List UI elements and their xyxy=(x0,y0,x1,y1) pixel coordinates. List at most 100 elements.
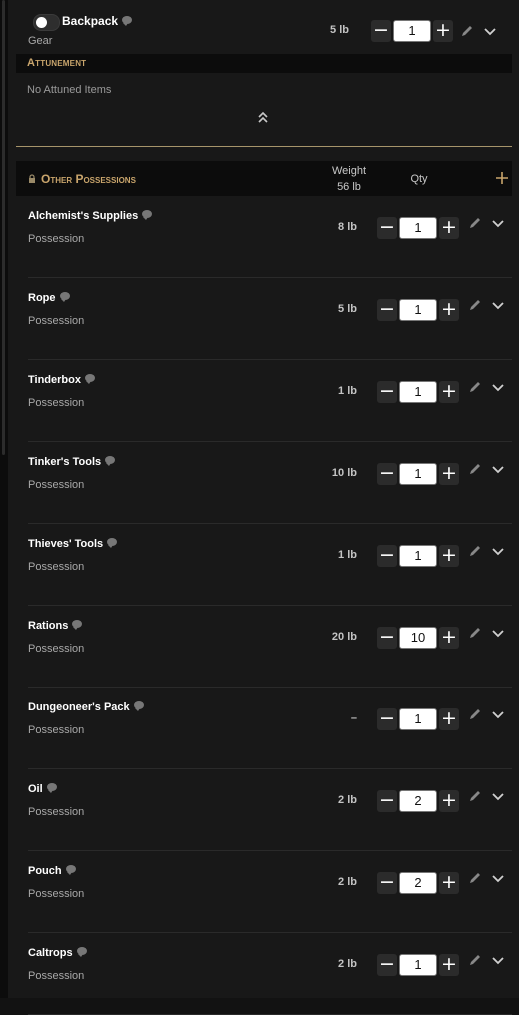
qty-input[interactable]: 1 xyxy=(399,954,437,976)
decrease-button[interactable]: − xyxy=(377,217,397,239)
edit-icon[interactable] xyxy=(468,380,482,394)
qty-stepper: − 1 + xyxy=(377,463,459,485)
item-name-wrap[interactable]: Pouch xyxy=(28,865,76,877)
item-name[interactable]: Pouch xyxy=(28,865,62,877)
chevron-down-icon[interactable] xyxy=(491,383,505,393)
edit-icon[interactable] xyxy=(468,953,482,967)
qty-input[interactable]: 1 xyxy=(399,217,437,239)
item-weight: 20 lb xyxy=(331,631,357,643)
add-icon[interactable] xyxy=(495,171,509,185)
decrease-button[interactable]: − xyxy=(377,545,397,567)
qty-input[interactable]: 2 xyxy=(399,790,437,812)
item-name[interactable]: Rations xyxy=(28,620,68,632)
item-name-wrap[interactable]: Caltrops xyxy=(28,947,87,959)
chevron-down-icon[interactable] xyxy=(491,874,505,884)
edit-icon[interactable] xyxy=(468,462,482,476)
qty-column-header: Qty xyxy=(410,173,428,185)
comment-icon xyxy=(122,16,133,26)
decrease-button[interactable]: − xyxy=(377,790,397,812)
edit-icon[interactable] xyxy=(468,544,482,558)
qty-input[interactable]: 1 xyxy=(399,381,437,403)
item-name[interactable]: Dungeoneer's Pack xyxy=(28,701,130,713)
decrease-button[interactable]: − xyxy=(371,20,391,42)
increase-button[interactable]: + xyxy=(439,708,459,730)
decrease-button[interactable]: − xyxy=(377,627,397,649)
backpack-toggle[interactable] xyxy=(33,14,60,31)
item-type: Possession xyxy=(28,643,85,655)
edit-icon[interactable] xyxy=(468,216,482,230)
qty-input[interactable]: 1 xyxy=(399,708,437,730)
item-name-wrap[interactable]: Tinderbox xyxy=(28,374,95,386)
collapse-up-icon[interactable] xyxy=(256,110,270,124)
chevron-down-icon[interactable] xyxy=(491,956,505,966)
item-name-wrap[interactable]: Tinker's Tools xyxy=(28,456,116,468)
qty-input[interactable]: 1 xyxy=(399,463,437,485)
list-item[interactable]: Thieves' Tools Possession 1 lb − 1 + xyxy=(16,525,512,606)
decrease-button[interactable]: − xyxy=(377,708,397,730)
edit-icon[interactable] xyxy=(468,707,482,721)
backpack-row[interactable]: Backpack Gear 5 lb − 1 + xyxy=(8,0,519,55)
item-name[interactable]: Caltrops xyxy=(28,947,73,959)
edit-icon[interactable] xyxy=(468,789,482,803)
increase-button[interactable]: + xyxy=(439,627,459,649)
increase-button[interactable]: + xyxy=(439,463,459,485)
backpack-name[interactable]: Backpack xyxy=(62,14,118,28)
item-name-wrap[interactable]: Rations xyxy=(28,620,83,632)
no-attuned-text: No Attuned Items xyxy=(27,84,112,96)
chevron-down-icon[interactable] xyxy=(483,27,497,37)
chevron-down-icon[interactable] xyxy=(491,629,505,639)
increase-button[interactable]: + xyxy=(439,872,459,894)
chevron-down-icon[interactable] xyxy=(491,219,505,229)
increase-button[interactable]: + xyxy=(439,954,459,976)
decrease-button[interactable]: − xyxy=(377,872,397,894)
increase-button[interactable]: + xyxy=(433,20,453,42)
item-name[interactable]: Tinderbox xyxy=(28,374,81,386)
decrease-button[interactable]: − xyxy=(377,954,397,976)
list-item[interactable]: Oil Possession 2 lb − 2 + xyxy=(16,770,512,851)
decrease-button[interactable]: − xyxy=(377,299,397,321)
row-divider xyxy=(28,277,512,278)
list-item[interactable]: Caltrops Possession 2 lb − 1 + xyxy=(16,934,512,1015)
edit-icon[interactable] xyxy=(460,24,474,38)
chevron-down-icon[interactable] xyxy=(491,301,505,311)
list-item[interactable]: Tinderbox Possession 1 lb − 1 + xyxy=(16,361,512,442)
increase-button[interactable]: + xyxy=(439,545,459,567)
list-item[interactable]: Dungeoneer's Pack Possession – − 1 + xyxy=(16,688,512,769)
qty-input[interactable]: 1 xyxy=(399,545,437,567)
item-name-wrap[interactable]: Thieves' Tools xyxy=(28,538,118,550)
decrease-button[interactable]: − xyxy=(377,381,397,403)
edit-icon[interactable] xyxy=(468,871,482,885)
chevron-down-icon[interactable] xyxy=(491,710,505,720)
item-name[interactable]: Oil xyxy=(28,783,43,795)
increase-button[interactable]: + xyxy=(439,381,459,403)
item-name[interactable]: Alchemist's Supplies xyxy=(28,210,138,222)
increase-button[interactable]: + xyxy=(439,299,459,321)
item-name[interactable]: Tinker's Tools xyxy=(28,456,101,468)
lock-icon xyxy=(29,174,35,183)
increase-button[interactable]: + xyxy=(439,790,459,812)
list-item[interactable]: Alchemist's Supplies Possession 8 lb − 1… xyxy=(16,197,512,278)
resize-handle[interactable] xyxy=(2,0,5,455)
edit-icon[interactable] xyxy=(468,298,482,312)
item-name[interactable]: Thieves' Tools xyxy=(28,538,103,550)
increase-button[interactable]: + xyxy=(439,217,459,239)
qty-input[interactable]: 2 xyxy=(399,872,437,894)
item-name-wrap[interactable]: Rope xyxy=(28,292,70,304)
list-item[interactable]: Rope Possession 5 lb − 1 + xyxy=(16,279,512,360)
qty-input[interactable]: 1 xyxy=(393,20,431,42)
decrease-button[interactable]: − xyxy=(377,463,397,485)
item-name[interactable]: Rope xyxy=(28,292,56,304)
edit-icon[interactable] xyxy=(468,626,482,640)
item-name-wrap[interactable]: Dungeoneer's Pack xyxy=(28,701,144,713)
qty-input[interactable]: 1 xyxy=(399,299,437,321)
item-name-wrap[interactable]: Oil xyxy=(28,783,57,795)
item-name-wrap[interactable]: Alchemist's Supplies xyxy=(28,210,153,222)
chevron-down-icon[interactable] xyxy=(491,465,505,475)
list-item[interactable]: Tinker's Tools Possession 10 lb − 1 + xyxy=(16,443,512,524)
chevron-down-icon[interactable] xyxy=(491,547,505,557)
qty-input[interactable]: 10 xyxy=(399,627,437,649)
list-item[interactable]: Pouch Possession 2 lb − 2 + xyxy=(16,852,512,933)
chevron-down-icon[interactable] xyxy=(491,792,505,802)
list-item[interactable]: Rations Possession 20 lb − 10 + xyxy=(16,607,512,688)
backpack-name-wrap[interactable]: Backpack xyxy=(62,14,133,28)
